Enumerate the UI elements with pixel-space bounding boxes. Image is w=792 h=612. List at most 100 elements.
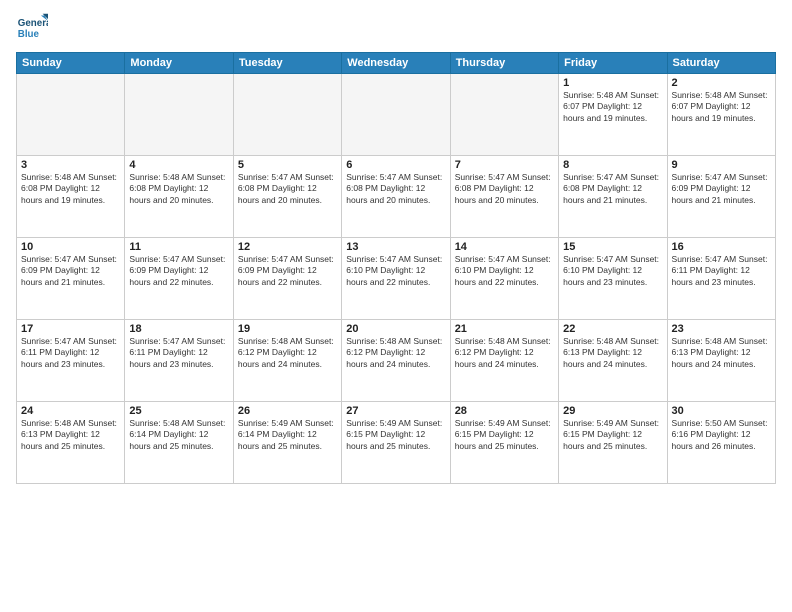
calendar-day-cell: 27Sunrise: 5:49 AM Sunset: 6:15 PM Dayli…: [342, 402, 450, 484]
calendar-week-row: 1Sunrise: 5:48 AM Sunset: 6:07 PM Daylig…: [17, 74, 776, 156]
day-info: Sunrise: 5:48 AM Sunset: 6:13 PM Dayligh…: [21, 418, 120, 452]
weekday-header-tuesday: Tuesday: [233, 53, 341, 74]
day-number: 9: [672, 159, 771, 171]
day-info: Sunrise: 5:49 AM Sunset: 6:15 PM Dayligh…: [563, 418, 662, 452]
logo: General Blue: [16, 12, 52, 44]
day-info: Sunrise: 5:47 AM Sunset: 6:10 PM Dayligh…: [346, 254, 445, 288]
calendar-day-cell: 20Sunrise: 5:48 AM Sunset: 6:12 PM Dayli…: [342, 320, 450, 402]
calendar-week-row: 17Sunrise: 5:47 AM Sunset: 6:11 PM Dayli…: [17, 320, 776, 402]
day-number: 26: [238, 405, 337, 417]
day-info: Sunrise: 5:49 AM Sunset: 6:15 PM Dayligh…: [346, 418, 445, 452]
weekday-header-wednesday: Wednesday: [342, 53, 450, 74]
calendar-day-cell: 4Sunrise: 5:48 AM Sunset: 6:08 PM Daylig…: [125, 156, 233, 238]
calendar-day-cell: 16Sunrise: 5:47 AM Sunset: 6:11 PM Dayli…: [667, 238, 775, 320]
calendar-day-cell: [233, 74, 341, 156]
page-container: General Blue SundayMondayTuesdayWednesda…: [0, 0, 792, 612]
day-info: Sunrise: 5:48 AM Sunset: 6:08 PM Dayligh…: [21, 172, 120, 206]
day-number: 22: [563, 323, 662, 335]
weekday-header-saturday: Saturday: [667, 53, 775, 74]
day-number: 30: [672, 405, 771, 417]
day-info: Sunrise: 5:47 AM Sunset: 6:11 PM Dayligh…: [672, 254, 771, 288]
calendar-day-cell: [125, 74, 233, 156]
day-number: 12: [238, 241, 337, 253]
day-number: 13: [346, 241, 445, 253]
calendar-day-cell: 23Sunrise: 5:48 AM Sunset: 6:13 PM Dayli…: [667, 320, 775, 402]
weekday-header-row: SundayMondayTuesdayWednesdayThursdayFrid…: [17, 53, 776, 74]
day-info: Sunrise: 5:47 AM Sunset: 6:11 PM Dayligh…: [21, 336, 120, 370]
calendar-day-cell: 7Sunrise: 5:47 AM Sunset: 6:08 PM Daylig…: [450, 156, 558, 238]
calendar-table: SundayMondayTuesdayWednesdayThursdayFrid…: [16, 52, 776, 484]
day-info: Sunrise: 5:48 AM Sunset: 6:12 PM Dayligh…: [455, 336, 554, 370]
day-info: Sunrise: 5:47 AM Sunset: 6:08 PM Dayligh…: [346, 172, 445, 206]
day-number: 10: [21, 241, 120, 253]
logo-icon: General Blue: [16, 12, 48, 44]
day-number: 24: [21, 405, 120, 417]
calendar-day-cell: 14Sunrise: 5:47 AM Sunset: 6:10 PM Dayli…: [450, 238, 558, 320]
day-number: 19: [238, 323, 337, 335]
calendar-day-cell: 8Sunrise: 5:47 AM Sunset: 6:08 PM Daylig…: [559, 156, 667, 238]
day-number: 21: [455, 323, 554, 335]
day-number: 27: [346, 405, 445, 417]
day-info: Sunrise: 5:48 AM Sunset: 6:13 PM Dayligh…: [563, 336, 662, 370]
header: General Blue: [16, 12, 776, 44]
day-number: 15: [563, 241, 662, 253]
calendar-day-cell: 12Sunrise: 5:47 AM Sunset: 6:09 PM Dayli…: [233, 238, 341, 320]
calendar-day-cell: 15Sunrise: 5:47 AM Sunset: 6:10 PM Dayli…: [559, 238, 667, 320]
day-info: Sunrise: 5:47 AM Sunset: 6:11 PM Dayligh…: [129, 336, 228, 370]
day-number: 17: [21, 323, 120, 335]
svg-text:General: General: [18, 18, 48, 29]
calendar-day-cell: 2Sunrise: 5:48 AM Sunset: 6:07 PM Daylig…: [667, 74, 775, 156]
calendar-day-cell: 9Sunrise: 5:47 AM Sunset: 6:09 PM Daylig…: [667, 156, 775, 238]
day-info: Sunrise: 5:47 AM Sunset: 6:08 PM Dayligh…: [563, 172, 662, 206]
day-number: 11: [129, 241, 228, 253]
calendar-day-cell: 28Sunrise: 5:49 AM Sunset: 6:15 PM Dayli…: [450, 402, 558, 484]
calendar-day-cell: [17, 74, 125, 156]
day-number: 4: [129, 159, 228, 171]
day-info: Sunrise: 5:47 AM Sunset: 6:09 PM Dayligh…: [21, 254, 120, 288]
calendar-day-cell: 17Sunrise: 5:47 AM Sunset: 6:11 PM Dayli…: [17, 320, 125, 402]
calendar-day-cell: 24Sunrise: 5:48 AM Sunset: 6:13 PM Dayli…: [17, 402, 125, 484]
day-info: Sunrise: 5:48 AM Sunset: 6:07 PM Dayligh…: [563, 90, 662, 124]
calendar-week-row: 10Sunrise: 5:47 AM Sunset: 6:09 PM Dayli…: [17, 238, 776, 320]
day-info: Sunrise: 5:48 AM Sunset: 6:13 PM Dayligh…: [672, 336, 771, 370]
day-info: Sunrise: 5:48 AM Sunset: 6:12 PM Dayligh…: [238, 336, 337, 370]
day-info: Sunrise: 5:47 AM Sunset: 6:09 PM Dayligh…: [129, 254, 228, 288]
svg-text:Blue: Blue: [18, 29, 40, 40]
calendar-day-cell: 3Sunrise: 5:48 AM Sunset: 6:08 PM Daylig…: [17, 156, 125, 238]
day-info: Sunrise: 5:48 AM Sunset: 6:12 PM Dayligh…: [346, 336, 445, 370]
calendar-day-cell: 21Sunrise: 5:48 AM Sunset: 6:12 PM Dayli…: [450, 320, 558, 402]
day-info: Sunrise: 5:47 AM Sunset: 6:09 PM Dayligh…: [238, 254, 337, 288]
calendar-day-cell: [342, 74, 450, 156]
calendar-day-cell: 22Sunrise: 5:48 AM Sunset: 6:13 PM Dayli…: [559, 320, 667, 402]
calendar-day-cell: 11Sunrise: 5:47 AM Sunset: 6:09 PM Dayli…: [125, 238, 233, 320]
day-number: 28: [455, 405, 554, 417]
day-info: Sunrise: 5:48 AM Sunset: 6:07 PM Dayligh…: [672, 90, 771, 124]
day-number: 3: [21, 159, 120, 171]
day-number: 18: [129, 323, 228, 335]
day-number: 25: [129, 405, 228, 417]
calendar-day-cell: 25Sunrise: 5:48 AM Sunset: 6:14 PM Dayli…: [125, 402, 233, 484]
calendar-day-cell: 30Sunrise: 5:50 AM Sunset: 6:16 PM Dayli…: [667, 402, 775, 484]
calendar-day-cell: 5Sunrise: 5:47 AM Sunset: 6:08 PM Daylig…: [233, 156, 341, 238]
day-number: 16: [672, 241, 771, 253]
weekday-header-thursday: Thursday: [450, 53, 558, 74]
day-info: Sunrise: 5:50 AM Sunset: 6:16 PM Dayligh…: [672, 418, 771, 452]
day-info: Sunrise: 5:47 AM Sunset: 6:09 PM Dayligh…: [672, 172, 771, 206]
day-number: 2: [672, 77, 771, 89]
calendar-day-cell: 13Sunrise: 5:47 AM Sunset: 6:10 PM Dayli…: [342, 238, 450, 320]
calendar-day-cell: 10Sunrise: 5:47 AM Sunset: 6:09 PM Dayli…: [17, 238, 125, 320]
day-number: 8: [563, 159, 662, 171]
calendar-day-cell: 19Sunrise: 5:48 AM Sunset: 6:12 PM Dayli…: [233, 320, 341, 402]
calendar-week-row: 3Sunrise: 5:48 AM Sunset: 6:08 PM Daylig…: [17, 156, 776, 238]
calendar-day-cell: 1Sunrise: 5:48 AM Sunset: 6:07 PM Daylig…: [559, 74, 667, 156]
day-number: 7: [455, 159, 554, 171]
day-info: Sunrise: 5:49 AM Sunset: 6:14 PM Dayligh…: [238, 418, 337, 452]
day-number: 6: [346, 159, 445, 171]
day-number: 20: [346, 323, 445, 335]
day-number: 29: [563, 405, 662, 417]
day-info: Sunrise: 5:49 AM Sunset: 6:15 PM Dayligh…: [455, 418, 554, 452]
weekday-header-monday: Monday: [125, 53, 233, 74]
day-info: Sunrise: 5:47 AM Sunset: 6:08 PM Dayligh…: [455, 172, 554, 206]
calendar-day-cell: 6Sunrise: 5:47 AM Sunset: 6:08 PM Daylig…: [342, 156, 450, 238]
calendar-day-cell: 26Sunrise: 5:49 AM Sunset: 6:14 PM Dayli…: [233, 402, 341, 484]
